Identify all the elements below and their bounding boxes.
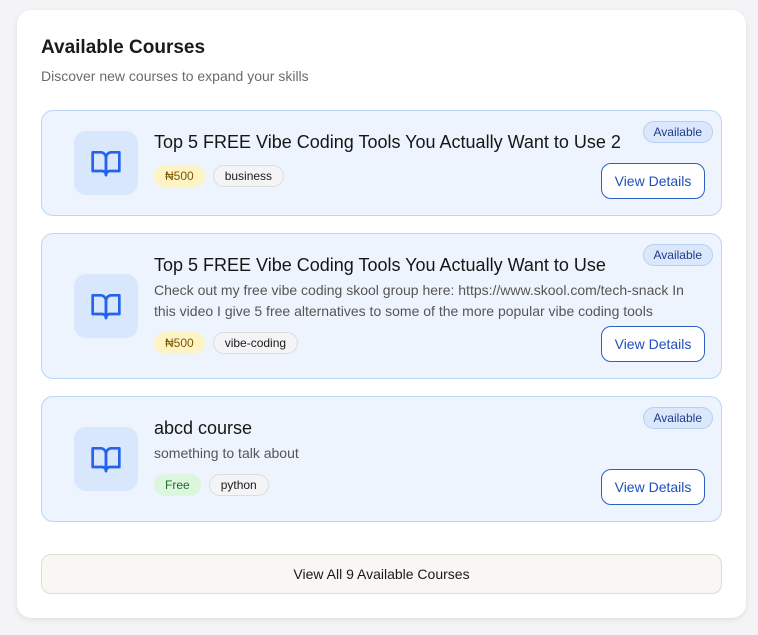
course-card[interactable]: Top 5 FREE Vibe Coding Tools You Actuall… (41, 233, 722, 379)
view-details-button[interactable]: View Details (601, 163, 705, 199)
status-badge: Available (642, 121, 713, 143)
course-card[interactable]: abcd course something to talk about Free… (41, 396, 722, 522)
course-list: Top 5 FREE Vibe Coding Tools You Actuall… (41, 110, 722, 522)
price-tag: Free (154, 474, 201, 496)
course-description: Check out my free vibe coding skool grou… (154, 282, 684, 319)
view-details-button[interactable]: View Details (601, 326, 705, 362)
course-icon-container (74, 274, 138, 338)
category-tag: business (212, 165, 285, 187)
course-description: something to talk about (154, 445, 299, 461)
price-tag: ₦500 (154, 165, 205, 187)
price-tag: ₦500 (154, 332, 205, 354)
available-courses-card: Available Courses Discover new courses t… (17, 10, 746, 618)
category-tag: vibe-coding (212, 332, 299, 354)
course-icon-container (74, 131, 138, 195)
view-details-button[interactable]: View Details (601, 469, 705, 505)
course-title: abcd course (154, 418, 253, 438)
page-subtitle: Discover new courses to expand your skil… (41, 68, 309, 84)
view-all-courses-button[interactable]: View All 9 Available Courses (41, 554, 722, 594)
course-icon-container (74, 427, 138, 491)
book-open-icon (91, 151, 121, 177)
course-card[interactable]: Top 5 FREE Vibe Coding Tools You Actuall… (41, 110, 722, 216)
book-open-icon (91, 294, 121, 320)
page-title: Available Courses (41, 37, 206, 58)
status-badge: Available (642, 407, 713, 429)
course-title: Top 5 FREE Vibe Coding Tools You Actuall… (154, 255, 606, 275)
category-tag: python (208, 474, 269, 496)
status-badge: Available (642, 244, 713, 266)
course-title: Top 5 FREE Vibe Coding Tools You Actuall… (154, 132, 621, 152)
book-open-icon (91, 447, 121, 473)
